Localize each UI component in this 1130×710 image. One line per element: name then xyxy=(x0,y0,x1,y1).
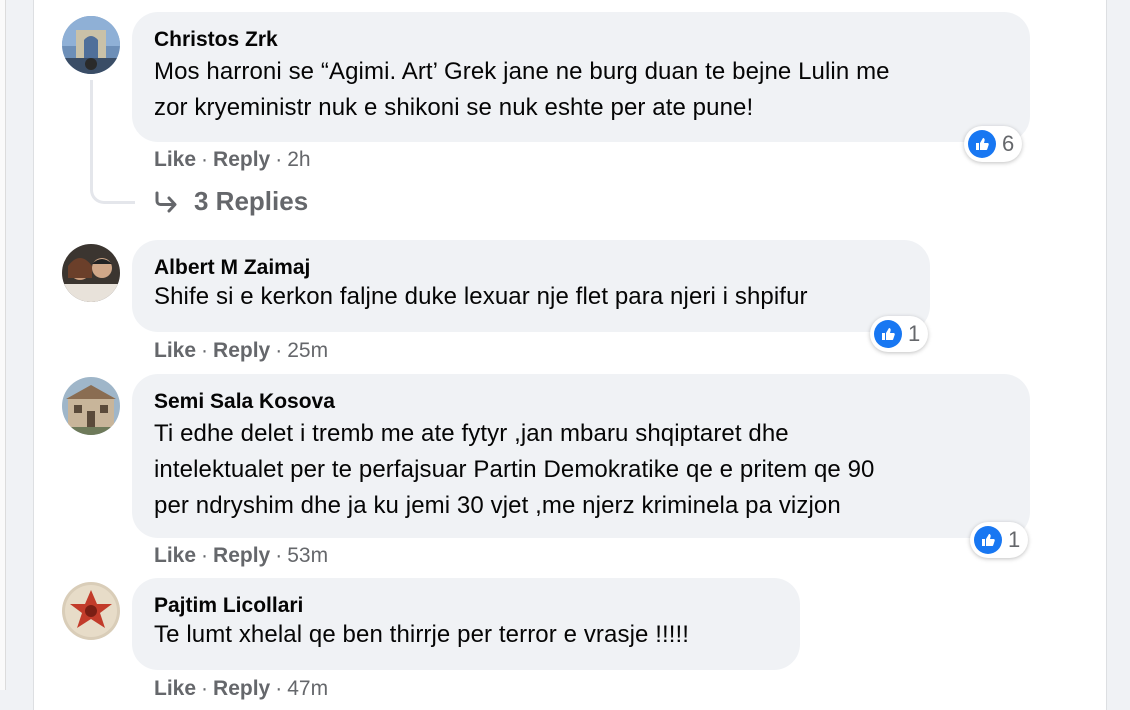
comment-timestamp[interactable]: 53m xyxy=(287,544,328,567)
avatar[interactable] xyxy=(62,582,120,640)
comment-actions: Like · Reply · 47m xyxy=(154,676,328,702)
comment-author[interactable]: Christos Zrk xyxy=(154,26,1008,54)
comment-text-line: Mos harroni se “Agimi. Art’ Grek jane ne… xyxy=(154,58,890,85)
avatar[interactable] xyxy=(62,377,120,435)
like-button[interactable]: Like xyxy=(154,148,196,171)
reply-arrow-icon xyxy=(154,191,180,213)
pajtim-avatar xyxy=(62,582,120,640)
comment-bubble: Pajtim Licollari Te lumt xhelal qe ben t… xyxy=(132,578,800,670)
separator: · xyxy=(275,677,283,700)
separator: · xyxy=(275,148,283,171)
comment-text-line: intelektualet per te perfajsuar Partin D… xyxy=(154,456,875,483)
comment-text-line: per ndryshim dhe ja ku jemi 30 vjet ,me … xyxy=(154,492,841,519)
christos-avatar xyxy=(62,16,120,74)
comment-text-line: Shife si e kerkon faljne duke lexuar nje… xyxy=(154,283,808,310)
like-button[interactable]: Like xyxy=(154,339,196,362)
like-thumb-icon xyxy=(874,320,902,348)
separator: · xyxy=(275,544,283,567)
avatar[interactable] xyxy=(62,16,120,74)
separator: · xyxy=(201,677,209,700)
comment-actions: Like · Reply · 2h xyxy=(154,147,311,173)
comment-text-line: Te lumt xhelal qe ben thirrje per terror… xyxy=(154,621,690,648)
separator: · xyxy=(201,148,209,171)
reply-button[interactable]: Reply xyxy=(213,544,270,567)
comment-bubble: Christos Zrk Mos harroni se “Agimi. Art’… xyxy=(132,12,1030,142)
comment-bubble: Semi Sala Kosova Ti edhe delet i tremb m… xyxy=(132,374,1030,538)
comment-bubble: Albert M Zaimaj Shife si e kerkon faljne… xyxy=(132,240,930,332)
reaction-count: 1 xyxy=(908,321,921,346)
like-button[interactable]: Like xyxy=(154,677,196,700)
comment-author[interactable]: Albert M Zaimaj xyxy=(154,254,908,282)
comment-author[interactable]: Semi Sala Kosova xyxy=(154,388,1008,416)
reaction-count: 6 xyxy=(1002,131,1015,156)
reaction-badge[interactable]: 1 xyxy=(870,316,929,352)
comment-text-line: Ti edhe delet i tremb me ate fytyr ,jan … xyxy=(154,420,789,447)
thread-connector-line xyxy=(90,80,135,204)
separator: · xyxy=(201,544,209,567)
comment-timestamp[interactable]: 47m xyxy=(287,677,328,700)
reply-button[interactable]: Reply xyxy=(213,148,270,171)
replies-count-label: 3 Replies xyxy=(194,186,309,216)
view-replies-link[interactable]: 3 Replies xyxy=(154,186,308,217)
reply-button[interactable]: Reply xyxy=(213,339,270,362)
comment-actions: Like · Reply · 25m xyxy=(154,338,328,364)
comment-author[interactable]: Pajtim Licollari xyxy=(154,592,778,620)
separator: · xyxy=(201,339,209,362)
like-thumb-icon xyxy=(968,130,996,158)
left-sidebar-edge xyxy=(0,0,6,690)
avatar[interactable] xyxy=(62,244,120,302)
comment-timestamp[interactable]: 25m xyxy=(287,339,328,362)
comment-timestamp[interactable]: 2h xyxy=(287,148,310,171)
comment-text-line: zor kryeministr nuk e shikoni se nuk esh… xyxy=(154,94,754,121)
reaction-badge[interactable]: 1 xyxy=(970,522,1029,558)
reply-button[interactable]: Reply xyxy=(213,677,270,700)
reaction-count: 1 xyxy=(1008,527,1021,552)
reaction-badge[interactable]: 6 xyxy=(964,126,1023,162)
like-thumb-icon xyxy=(974,526,1002,554)
separator: · xyxy=(275,339,283,362)
semi-avatar xyxy=(62,377,120,435)
albert-avatar xyxy=(62,244,120,302)
comment-actions: Like · Reply · 53m xyxy=(154,543,328,569)
like-button[interactable]: Like xyxy=(154,544,196,567)
